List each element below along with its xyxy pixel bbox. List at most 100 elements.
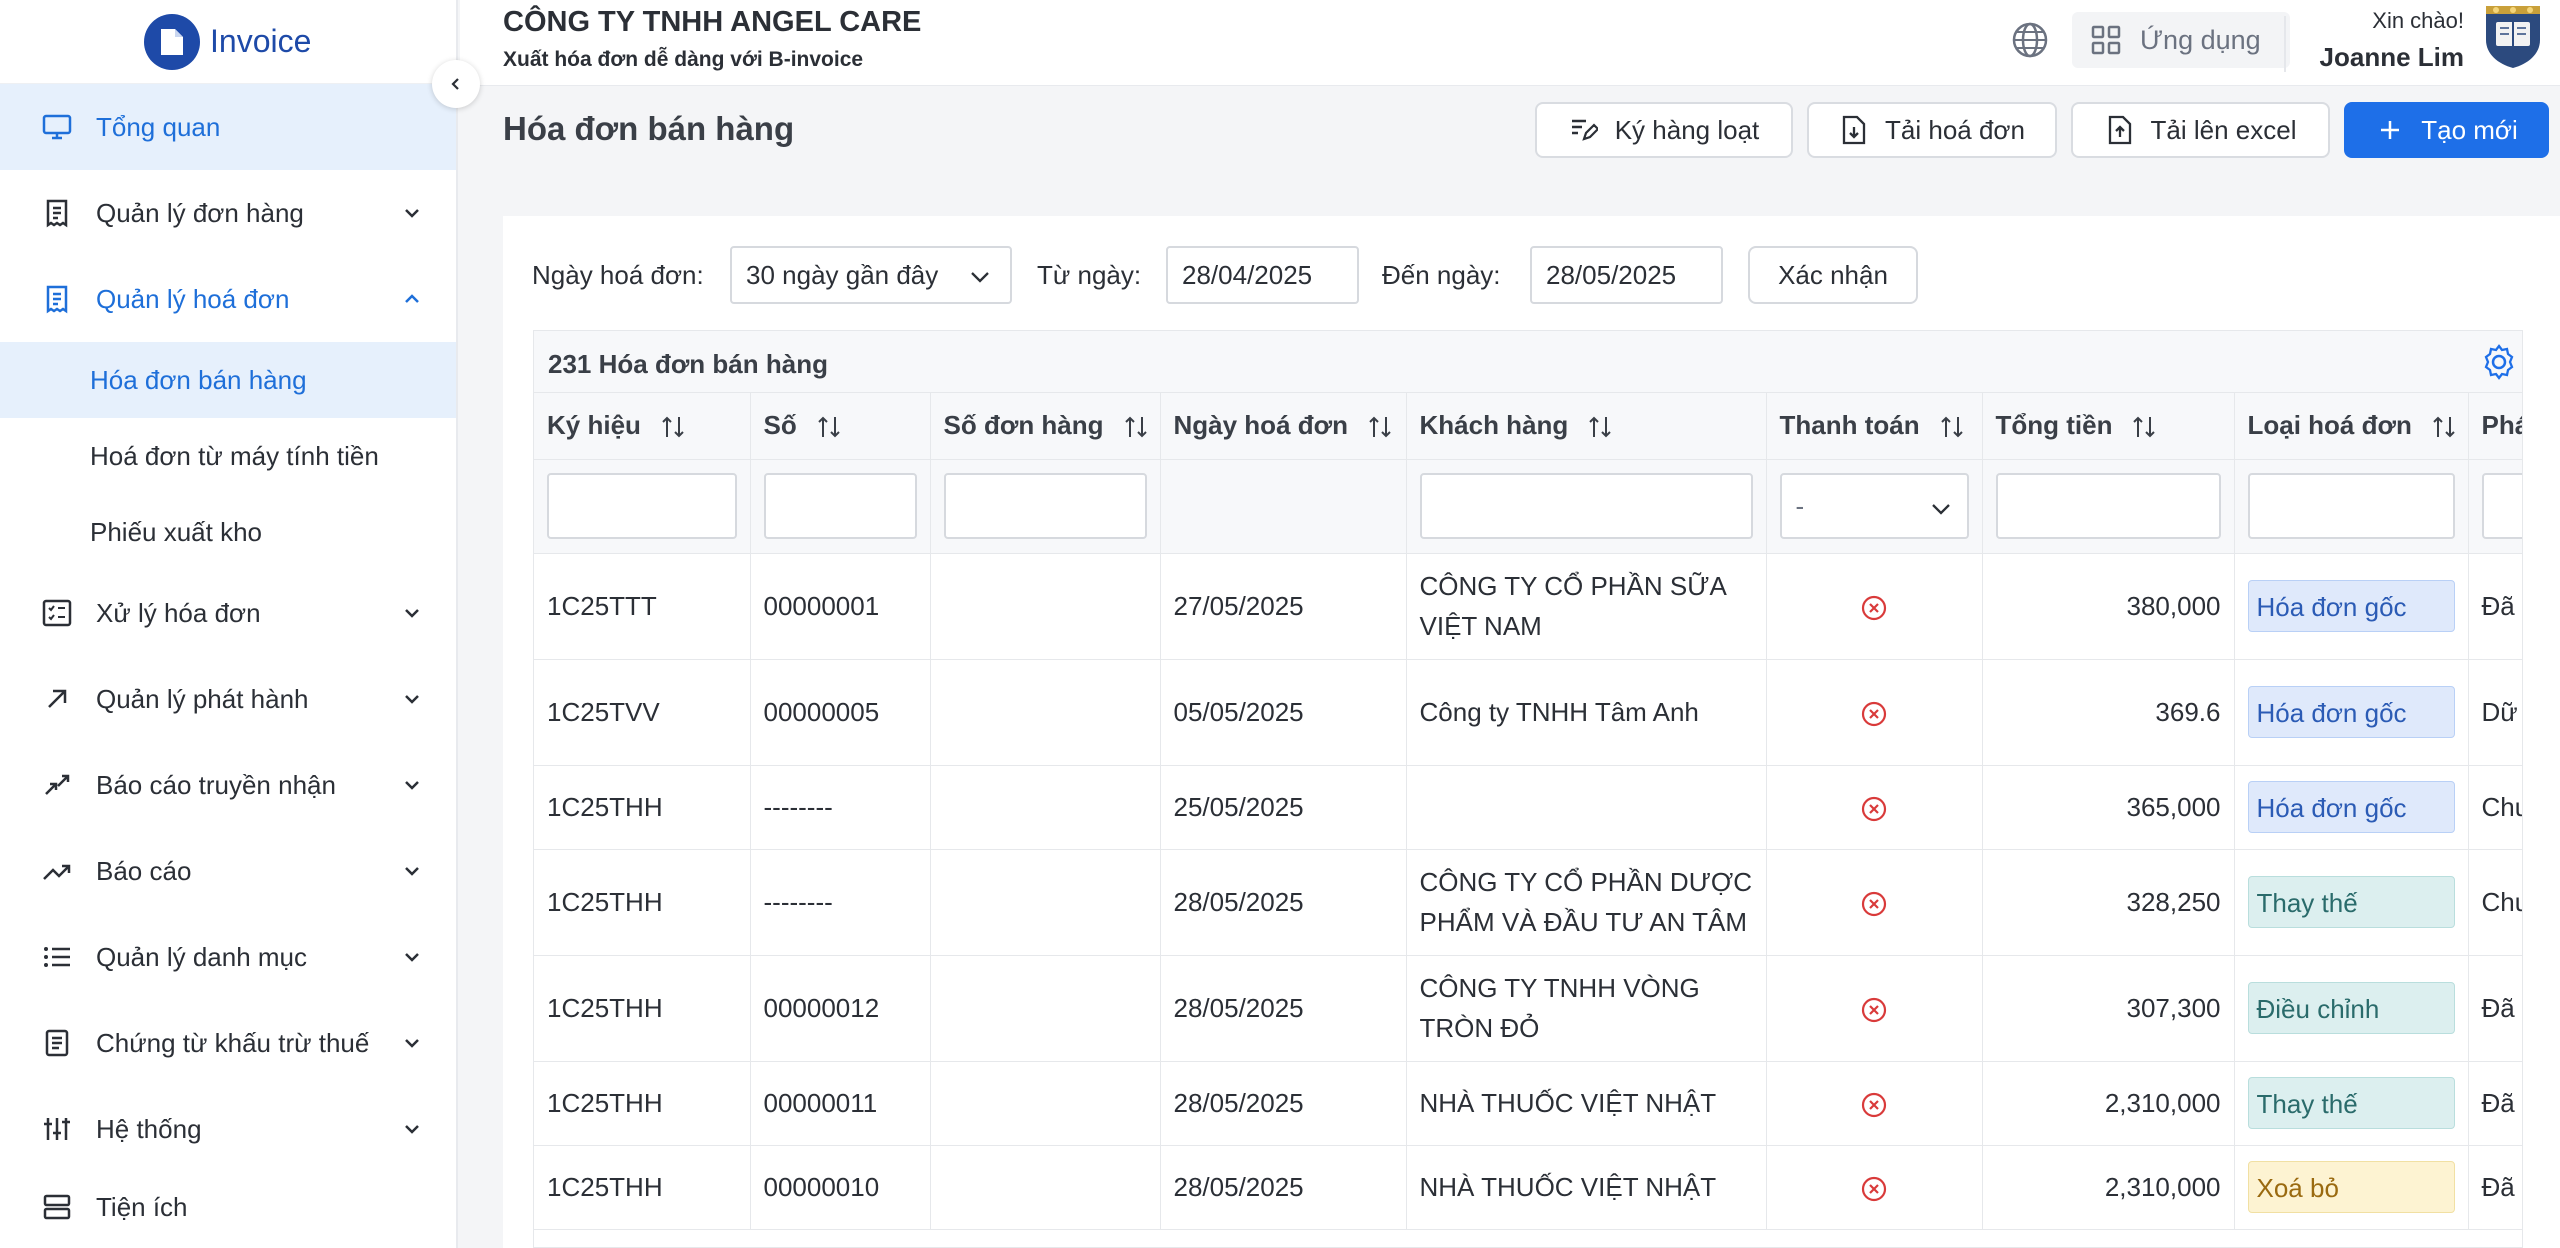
header-divider — [2284, 16, 2286, 72]
cell-symbol: 1C25THH — [534, 1145, 751, 1230]
column-filter-row: - — [534, 459, 2522, 554]
confirm-button[interactable]: Xác nhận — [1748, 246, 1918, 304]
unpaid-x-circle-icon — [1861, 997, 1887, 1022]
to-date-value: 28/05/2025 — [1546, 259, 1677, 290]
greeting-text: Xin chào! — [2372, 8, 2464, 33]
table-row[interactable]: 1C25THH 00000012 28/05/2025 CÔNG TY TNHH… — [534, 955, 2522, 1062]
bulk-sign-button[interactable]: Ký hàng loạt — [1535, 102, 1793, 158]
from-date-label: Từ ngày: — [1037, 260, 1142, 290]
sort-icon — [818, 416, 840, 438]
invoice-table: Ký hiệu Số Số đơn hàng Ngày hoá đơn Khác… — [534, 393, 2522, 1230]
table-row[interactable]: 1C25TVV 00000005 05/05/2025 Công ty TNHH… — [534, 659, 2522, 766]
column-header-order-number[interactable]: Số đơn hàng — [930, 393, 1161, 460]
total-filter-input[interactable] — [1995, 473, 2221, 539]
cell-status: Đã — [2468, 1145, 2522, 1230]
chevron-left-icon — [451, 78, 459, 90]
sidebar-subitem-label: Hóa đơn bán hàng — [90, 364, 307, 395]
cell-invoice-date: 28/05/2025 — [1160, 1061, 1407, 1146]
table-header-row: Ký hiệu Số Số đơn hàng Ngày hoá đơn Khác… — [534, 393, 2522, 460]
cell-number: -------- — [750, 765, 931, 850]
from-date-input[interactable]: 28/04/2025 — [1166, 246, 1359, 304]
table-row[interactable]: 1C25THH -------- 25/05/2025 365,000 Hóa … — [534, 765, 2522, 850]
invoice-type-badge: Thay thế — [2247, 876, 2455, 928]
sidebar-item-overview[interactable]: Tổng quan — [0, 84, 456, 170]
gear-icon[interactable] — [2480, 343, 2518, 381]
upload-excel-label: Tải lên excel — [2150, 114, 2297, 145]
sidebar-item-tax-documents[interactable]: Chứng từ khấu trừ thuế — [0, 1000, 456, 1086]
logo-text: Invoice — [210, 23, 312, 59]
column-header-number[interactable]: Số — [750, 393, 931, 460]
customer-filter-input[interactable] — [1419, 473, 1753, 539]
unpaid-x-circle-icon — [1861, 796, 1887, 821]
to-date-input[interactable]: 28/05/2025 — [1530, 246, 1723, 304]
symbol-filter-input[interactable] — [547, 473, 737, 539]
sidebar-subitem-sales-invoices[interactable]: Hóa đơn bán hàng — [0, 342, 456, 418]
table-row[interactable]: 1C25THH 00000010 28/05/2025 NHÀ THUỐC VI… — [534, 1145, 2522, 1230]
column-header-symbol[interactable]: Ký hiệu — [534, 393, 751, 460]
sidebar-item-catalog[interactable]: Quản lý danh mục — [0, 914, 456, 1000]
sidebar-item-orders[interactable]: Quản lý đơn hàng — [0, 170, 456, 256]
cell-order-number — [930, 955, 1161, 1062]
sort-icon — [662, 416, 684, 438]
top-header: CÔNG TY TNHH ANGEL CARE Xuất hóa đơn dễ … — [460, 0, 2560, 86]
column-header-total[interactable]: Tổng tiền — [1982, 393, 2235, 460]
table-row[interactable]: 1C25THH -------- 28/05/2025 CÔNG TY CỔ P… — [534, 849, 2522, 956]
sidebar-item-invoice-processing[interactable]: Xử lý hóa đơn — [0, 570, 456, 656]
cell-payment — [1766, 553, 1983, 660]
download-invoice-button[interactable]: Tải hoá đơn — [1807, 102, 2057, 158]
create-new-button[interactable]: Tạo mới — [2344, 102, 2549, 158]
sidebar-item-issuance[interactable]: Quản lý phát hành — [0, 656, 456, 742]
create-new-label: Tạo mới — [2421, 114, 2518, 145]
chevron-down-icon — [1931, 504, 1950, 515]
globe-icon[interactable] — [2008, 18, 2052, 62]
sidebar-subitem-cash-register-invoices[interactable]: Hoá đơn từ máy tính tiền — [0, 418, 456, 494]
checklist-icon — [40, 596, 74, 630]
apps-button[interactable]: Ứng dụng — [2072, 12, 2290, 68]
sidebar-subitem-label: Phiếu xuất kho — [90, 516, 263, 547]
column-label: Khách hàng — [1419, 410, 1569, 441]
sidebar-item-system[interactable]: Hệ thống — [0, 1086, 456, 1172]
date-range-select[interactable]: 30 ngày gần đây — [730, 246, 1012, 304]
avatar[interactable] — [2480, 0, 2546, 70]
sidebar-collapse-button[interactable] — [432, 60, 480, 108]
invoice-table-container[interactable]: 231 Hóa đơn bán hàng Ký hiệu Số Số đơn h… — [533, 330, 2523, 1248]
table-count-bar: 231 Hóa đơn bán hàng — [534, 331, 2522, 393]
column-header-payment[interactable]: Thanh toán — [1766, 393, 1983, 460]
cell-customer: Công ty TNHH Tâm Anh — [1406, 659, 1767, 766]
order-number-filter-input[interactable] — [943, 473, 1147, 539]
sort-icon — [2433, 416, 2455, 438]
invoice-type-filter-input[interactable] — [2247, 473, 2455, 539]
cell-order-number — [930, 553, 1161, 660]
sidebar-item-invoices[interactable]: Quản lý hoá đơn — [0, 256, 456, 342]
sidebar-item-label: Báo cáo truyền nhận — [96, 769, 336, 800]
column-header-invoice-date[interactable]: Ngày hoá đơn — [1160, 393, 1407, 460]
sort-icon — [1124, 416, 1147, 438]
sidebar-item-utilities[interactable]: Tiện ích — [0, 1172, 456, 1242]
sliders-icon — [40, 1112, 74, 1146]
sidebar-item-label: Quản lý danh mục — [96, 941, 308, 972]
sidebar-item-label: Tổng quan — [96, 111, 221, 142]
user-name[interactable]: Joanne Lim — [2320, 42, 2464, 73]
sidebar-item-label: Quản lý đơn hàng — [96, 197, 304, 228]
sidebar-subitem-delivery-notes[interactable]: Phiếu xuất kho — [0, 494, 456, 570]
cell-invoice-type: Thay thế — [2234, 849, 2469, 956]
upload-excel-button[interactable]: Tải lên excel — [2071, 102, 2330, 158]
table-row[interactable]: 1C25TTT 00000001 27/05/2025 CÔNG TY CỔ P… — [534, 553, 2522, 660]
column-header-customer[interactable]: Khách hàng — [1406, 393, 1767, 460]
status-filter-input[interactable] — [2481, 473, 2522, 539]
cell-invoice-type: Thay thế — [2234, 1061, 2469, 1146]
sidebar-item-reports[interactable]: Báo cáo — [0, 828, 456, 914]
column-header-invoice-type[interactable]: Loại hoá đơn — [2234, 393, 2469, 460]
cell-invoice-date: 25/05/2025 — [1160, 765, 1407, 850]
column-label: Tổng tiền — [1995, 410, 2113, 441]
number-filter-input[interactable] — [763, 473, 917, 539]
invoice-type-badge: Hóa đơn gốc — [2247, 580, 2455, 632]
payment-filter-select[interactable]: - — [1779, 473, 1969, 539]
invoice-icon — [40, 282, 74, 316]
arrow-up-right-icon — [40, 682, 74, 716]
sidebar-item-transmission-report[interactable]: Báo cáo truyền nhận — [0, 742, 456, 828]
column-header-status[interactable]: Phá — [2468, 393, 2522, 460]
table-row[interactable]: 1C25THH 00000011 28/05/2025 NHÀ THUỐC VI… — [534, 1061, 2522, 1146]
sidebar-nav: Tổng quan Quản lý đơn hàng Quản lý hoá đ… — [0, 84, 456, 1242]
logo[interactable]: Invoice — [0, 0, 456, 84]
